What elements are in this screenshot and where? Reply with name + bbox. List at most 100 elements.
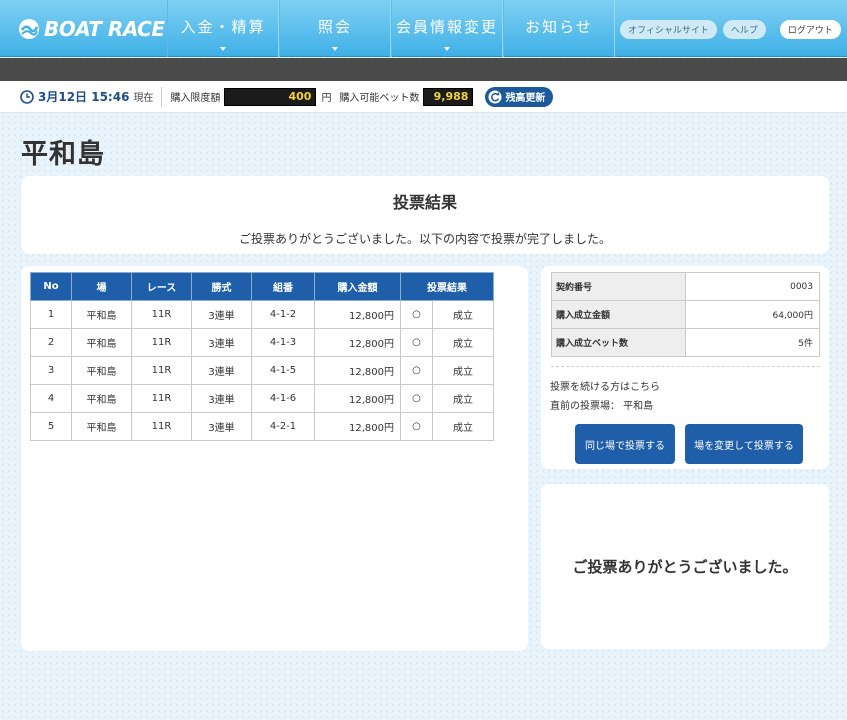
col-header-no: No bbox=[30, 272, 72, 301]
header-dark-bar bbox=[0, 58, 847, 81]
cell-mark: ○ bbox=[400, 412, 433, 441]
top-header: BOAT RACE 入金・精算 照会 会員情報変更 お知らせ オフィシャルサイト… bbox=[0, 0, 847, 57]
contract-number-value: 0003 bbox=[685, 272, 820, 301]
nav-label: 会員情報変更 bbox=[395, 18, 498, 36]
refresh-icon bbox=[488, 90, 502, 103]
cell-mark: ○ bbox=[400, 384, 433, 413]
cell-type: 3連単 bbox=[191, 300, 252, 329]
nav-deposit-settlement[interactable]: 入金・精算 bbox=[167, 0, 279, 57]
continue-voting-text: 投票を続ける方はこちら bbox=[550, 382, 660, 393]
logo-text: BOAT RACE bbox=[44, 17, 165, 41]
table-row: 4 平和島 11R 3連単 4-1-6 12,800円 ○ 成立 bbox=[30, 384, 494, 413]
cell-type: 3連単 bbox=[191, 384, 252, 413]
boat-race-logo[interactable]: BOAT RACE bbox=[18, 14, 165, 44]
col-header-amount: 購入金額 bbox=[314, 272, 401, 301]
nav-news[interactable]: お知らせ bbox=[503, 0, 615, 57]
cell-type: 3連単 bbox=[191, 356, 252, 385]
table-row: 1 平和島 11R 3連単 4-1-2 12,800円 ○ 成立 bbox=[30, 300, 494, 329]
cell-race: 11R bbox=[131, 328, 192, 357]
cell-no: 2 bbox=[30, 328, 72, 357]
caret-down-icon bbox=[332, 47, 338, 51]
summary-row: 購入成立ベット数 5件 bbox=[551, 328, 820, 357]
cell-venue: 平和島 bbox=[71, 356, 132, 385]
status-bar: 3月12日 15:46 現在 購入限度額 400 円 購入可能ベット数 9,98… bbox=[0, 81, 847, 113]
refresh-label: 残高更新 bbox=[505, 93, 546, 104]
nav-member-info[interactable]: 会員情報変更 bbox=[391, 0, 503, 57]
cell-combo: 4-1-3 bbox=[251, 328, 315, 357]
result-message: ご投票ありがとうございました。以下の内容で投票が完了しました。 bbox=[238, 232, 611, 246]
nav-label: 入金・精算 bbox=[180, 18, 266, 36]
bets-table: No 場 レース 勝式 組番 購入金額 投票結果 1 平和島 11R 3連単 4… bbox=[30, 272, 494, 441]
vote-same-venue-button[interactable]: 同じ場で投票する bbox=[575, 424, 675, 464]
refresh-balance-button[interactable]: 残高更新 bbox=[485, 86, 554, 107]
result-title: 投票結果 bbox=[392, 193, 457, 212]
header-links: オフィシャルサイト ヘルプ ログアウト bbox=[620, 20, 841, 39]
time-suffix: 現在 bbox=[133, 93, 154, 104]
cell-no: 4 bbox=[30, 384, 72, 413]
bet-count-label: 購入可能ベット数 bbox=[339, 93, 420, 104]
cell-result: 成立 bbox=[432, 328, 494, 357]
cell-combo: 4-1-5 bbox=[251, 356, 315, 385]
cell-venue: 平和島 bbox=[71, 300, 132, 329]
cell-race: 11R bbox=[131, 384, 192, 413]
cell-no: 1 bbox=[30, 300, 72, 329]
cell-combo: 4-1-2 bbox=[251, 300, 315, 329]
cell-venue: 平和島 bbox=[71, 412, 132, 441]
current-time: 3月12日 15:46 bbox=[38, 90, 130, 104]
limit-value: 400 bbox=[224, 87, 317, 106]
cell-combo: 4-1-6 bbox=[251, 384, 315, 413]
purchase-amount-label: 購入成立金額 bbox=[551, 300, 686, 329]
cell-amount: 12,800円 bbox=[314, 300, 401, 329]
summary-table: 契約番号 0003 購入成立金額 64,000円 購入成立ベット数 5件 bbox=[551, 272, 820, 357]
official-site-link[interactable]: オフィシャルサイト bbox=[620, 20, 717, 39]
caret-down-icon bbox=[220, 47, 226, 51]
cell-type: 3連単 bbox=[191, 412, 252, 441]
bet-count-value: 9,988 bbox=[423, 87, 474, 106]
summary-row: 契約番号 0003 bbox=[551, 272, 820, 301]
cell-mark: ○ bbox=[400, 300, 433, 329]
cell-combo: 4-2-1 bbox=[251, 412, 315, 441]
logout-button[interactable]: ログアウト bbox=[779, 20, 841, 39]
contract-number-label: 契約番号 bbox=[551, 272, 686, 301]
col-header-combo: 組番 bbox=[251, 272, 315, 301]
limit-label: 購入限度額 bbox=[170, 93, 221, 104]
cell-race: 11R bbox=[131, 300, 192, 329]
col-header-result: 投票結果 bbox=[400, 272, 494, 301]
logo-wave-icon bbox=[19, 19, 39, 39]
cell-amount: 12,800円 bbox=[314, 356, 401, 385]
cell-result: 成立 bbox=[432, 384, 494, 413]
table-header-row: No 場 レース 勝式 組番 購入金額 投票結果 bbox=[30, 272, 494, 301]
previous-venue-text: 直前の投票場： 平和島 bbox=[550, 401, 654, 412]
cell-result: 成立 bbox=[432, 356, 494, 385]
divider bbox=[161, 86, 163, 107]
result-card: 投票結果 ご投票ありがとうございました。以下の内容で投票が完了しました。 bbox=[21, 176, 829, 254]
thanks-card: ご投票ありがとうございました。 bbox=[541, 484, 829, 649]
table-row: 5 平和島 11R 3連単 4-2-1 12,800円 ○ 成立 bbox=[30, 412, 494, 441]
page-title: 平和島 bbox=[21, 139, 105, 170]
nav-label: お知らせ bbox=[525, 18, 593, 36]
purchase-amount-value: 64,000円 bbox=[685, 300, 820, 329]
summary-card: 契約番号 0003 購入成立金額 64,000円 購入成立ベット数 5件 投票を… bbox=[541, 266, 829, 469]
cell-result: 成立 bbox=[432, 300, 494, 329]
cell-no: 3 bbox=[30, 356, 72, 385]
cell-result: 成立 bbox=[432, 412, 494, 441]
divider bbox=[551, 366, 820, 367]
cell-amount: 12,800円 bbox=[314, 412, 401, 441]
help-link[interactable]: ヘルプ bbox=[722, 20, 766, 39]
summary-row: 購入成立金額 64,000円 bbox=[551, 300, 820, 329]
thanks-message: ご投票ありがとうございました。 bbox=[572, 558, 798, 576]
limit-unit: 円 bbox=[321, 93, 332, 104]
cell-race: 11R bbox=[131, 356, 192, 385]
cell-mark: ○ bbox=[400, 328, 433, 357]
cell-race: 11R bbox=[131, 412, 192, 441]
purchase-bets-value: 5件 bbox=[685, 328, 820, 357]
cell-amount: 12,800円 bbox=[314, 328, 401, 357]
table-row: 3 平和島 11R 3連単 4-1-5 12,800円 ○ 成立 bbox=[30, 356, 494, 385]
col-header-venue: 場 bbox=[71, 272, 132, 301]
vote-change-venue-button[interactable]: 場を変更して投票する bbox=[685, 424, 803, 464]
table-row: 2 平和島 11R 3連単 4-1-3 12,800円 ○ 成立 bbox=[30, 328, 494, 357]
cell-amount: 12,800円 bbox=[314, 384, 401, 413]
col-header-race: レース bbox=[131, 272, 192, 301]
cell-type: 3連単 bbox=[191, 328, 252, 357]
nav-inquiry[interactable]: 照会 bbox=[279, 0, 391, 57]
